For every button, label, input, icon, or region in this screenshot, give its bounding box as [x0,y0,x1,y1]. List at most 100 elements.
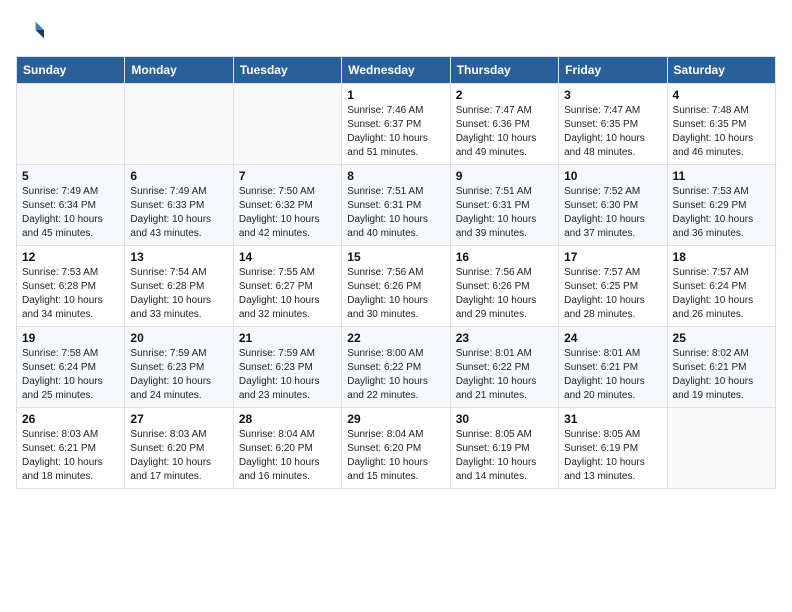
day-info: Sunrise: 7:57 AM Sunset: 6:24 PM Dayligh… [673,266,770,322]
calendar-cell: 30 Sunrise: 8:05 AM Sunset: 6:19 PM Dayli… [450,408,558,489]
weekday-header-friday: Friday [559,57,667,84]
day-info: Sunrise: 7:59 AM Sunset: 6:23 PM Dayligh… [130,347,227,403]
weekday-header-monday: Monday [125,57,233,84]
logo-icon [16,16,44,44]
calendar-cell: 21 Sunrise: 7:59 AM Sunset: 6:23 PM Dayli… [233,327,341,408]
calendar-week-3: 12Sunrise: 7:53 AM Sunset: 6:28 PM Dayli… [17,246,776,327]
day-info: Sunrise: 8:04 AM Sunset: 6:20 PM Dayligh… [347,428,444,484]
calendar-cell: 13Sunrise: 7:54 AM Sunset: 6:28 PM Dayli… [125,246,233,327]
day-info: Sunrise: 8:03 AM Sunset: 6:20 PM Dayligh… [130,428,227,484]
day-info: Sunrise: 7:58 AM Sunset: 6:24 PM Dayligh… [22,347,119,403]
calendar-cell: 29 Sunrise: 8:04 AM Sunset: 6:20 PM Dayli… [342,408,450,489]
weekday-header-sunday: Sunday [17,57,125,84]
calendar-cell: 14 Sunrise: 7:55 AM Sunset: 6:27 PM Dayli… [233,246,341,327]
calendar-cell: 20 Sunrise: 7:59 AM Sunset: 6:23 PM Dayli… [125,327,233,408]
day-number: 30 [456,412,553,426]
calendar-cell: 25 Sunrise: 8:02 AM Sunset: 6:21 PM Dayli… [667,327,775,408]
calendar-cell: 8Sunrise: 7:51 AM Sunset: 6:31 PM Daylig… [342,165,450,246]
day-number: 17 [564,250,661,264]
day-number: 11 [673,169,770,183]
day-info: Sunrise: 7:48 AM Sunset: 6:35 PM Dayligh… [673,104,770,160]
day-info: Sunrise: 7:55 AM Sunset: 6:27 PM Dayligh… [239,266,336,322]
day-info: Sunrise: 8:01 AM Sunset: 6:22 PM Dayligh… [456,347,553,403]
day-info: Sunrise: 7:46 AM Sunset: 6:37 PM Dayligh… [347,104,444,160]
calendar-cell: 10 Sunrise: 7:52 AM Sunset: 6:30 PM Dayli… [559,165,667,246]
day-number: 19 [22,331,119,345]
day-number: 29 [347,412,444,426]
day-number: 10 [564,169,661,183]
day-info: Sunrise: 7:54 AM Sunset: 6:28 PM Dayligh… [130,266,227,322]
day-number: 1 [347,88,444,102]
day-info: Sunrise: 7:53 AM Sunset: 6:28 PM Dayligh… [22,266,119,322]
day-number: 20 [130,331,227,345]
calendar-cell: 7 Sunrise: 7:50 AM Sunset: 6:32 PM Daylig… [233,165,341,246]
logo [16,16,48,44]
calendar-cell: 16 Sunrise: 7:56 AM Sunset: 6:26 PM Dayli… [450,246,558,327]
day-info: Sunrise: 7:53 AM Sunset: 6:29 PM Dayligh… [673,185,770,241]
day-info: Sunrise: 8:01 AM Sunset: 6:21 PM Dayligh… [564,347,661,403]
calendar-cell: 1 Sunrise: 7:46 AM Sunset: 6:37 PM Daylig… [342,84,450,165]
day-info: Sunrise: 8:04 AM Sunset: 6:20 PM Dayligh… [239,428,336,484]
calendar-week-4: 19 Sunrise: 7:58 AM Sunset: 6:24 PM Dayli… [17,327,776,408]
day-number: 26 [22,412,119,426]
calendar-cell: 4 Sunrise: 7:48 AM Sunset: 6:35 PM Daylig… [667,84,775,165]
calendar-cell: 5 Sunrise: 7:49 AM Sunset: 6:34 PM Daylig… [17,165,125,246]
day-number: 2 [456,88,553,102]
calendar-cell: 22 Sunrise: 8:00 AM Sunset: 6:22 PM Dayli… [342,327,450,408]
calendar-header-row: SundayMondayTuesdayWednesdayThursdayFrid… [17,57,776,84]
day-number: 31 [564,412,661,426]
day-number: 25 [673,331,770,345]
calendar-cell: 28 Sunrise: 8:04 AM Sunset: 6:20 PM Dayli… [233,408,341,489]
day-info: Sunrise: 7:47 AM Sunset: 6:35 PM Dayligh… [564,104,661,160]
calendar-cell: 17Sunrise: 7:57 AM Sunset: 6:25 PM Dayli… [559,246,667,327]
day-info: Sunrise: 7:50 AM Sunset: 6:32 PM Dayligh… [239,185,336,241]
day-number: 9 [456,169,553,183]
calendar-cell: 24 Sunrise: 8:01 AM Sunset: 6:21 PM Dayli… [559,327,667,408]
calendar-cell [233,84,341,165]
weekday-header-tuesday: Tuesday [233,57,341,84]
calendar-cell: 11 Sunrise: 7:53 AM Sunset: 6:29 PM Dayli… [667,165,775,246]
day-number: 15 [347,250,444,264]
day-info: Sunrise: 8:02 AM Sunset: 6:21 PM Dayligh… [673,347,770,403]
calendar-cell: 12Sunrise: 7:53 AM Sunset: 6:28 PM Dayli… [17,246,125,327]
calendar-cell: 2Sunrise: 7:47 AM Sunset: 6:36 PM Daylig… [450,84,558,165]
calendar-cell: 23Sunrise: 8:01 AM Sunset: 6:22 PM Dayli… [450,327,558,408]
day-number: 28 [239,412,336,426]
day-info: Sunrise: 7:59 AM Sunset: 6:23 PM Dayligh… [239,347,336,403]
day-number: 16 [456,250,553,264]
calendar-cell: 18Sunrise: 7:57 AM Sunset: 6:24 PM Dayli… [667,246,775,327]
day-info: Sunrise: 8:00 AM Sunset: 6:22 PM Dayligh… [347,347,444,403]
day-number: 21 [239,331,336,345]
day-info: Sunrise: 7:51 AM Sunset: 6:31 PM Dayligh… [456,185,553,241]
day-number: 24 [564,331,661,345]
calendar-cell: 3 Sunrise: 7:47 AM Sunset: 6:35 PM Daylig… [559,84,667,165]
header [16,16,776,44]
calendar-cell [17,84,125,165]
calendar-table: SundayMondayTuesdayWednesdayThursdayFrid… [16,56,776,489]
day-info: Sunrise: 7:49 AM Sunset: 6:34 PM Dayligh… [22,185,119,241]
day-info: Sunrise: 7:56 AM Sunset: 6:26 PM Dayligh… [456,266,553,322]
day-number: 8 [347,169,444,183]
calendar-week-5: 26 Sunrise: 8:03 AM Sunset: 6:21 PM Dayli… [17,408,776,489]
calendar-cell: 19 Sunrise: 7:58 AM Sunset: 6:24 PM Dayli… [17,327,125,408]
day-number: 3 [564,88,661,102]
day-number: 7 [239,169,336,183]
calendar-week-1: 1 Sunrise: 7:46 AM Sunset: 6:37 PM Daylig… [17,84,776,165]
weekday-header-wednesday: Wednesday [342,57,450,84]
day-info: Sunrise: 8:05 AM Sunset: 6:19 PM Dayligh… [564,428,661,484]
day-number: 14 [239,250,336,264]
day-number: 4 [673,88,770,102]
calendar-cell: 27 Sunrise: 8:03 AM Sunset: 6:20 PM Dayli… [125,408,233,489]
day-number: 5 [22,169,119,183]
calendar-cell: 26 Sunrise: 8:03 AM Sunset: 6:21 PM Dayli… [17,408,125,489]
day-info: Sunrise: 8:05 AM Sunset: 6:19 PM Dayligh… [456,428,553,484]
calendar-cell [667,408,775,489]
calendar-cell [125,84,233,165]
day-number: 22 [347,331,444,345]
calendar-cell: 31 Sunrise: 8:05 AM Sunset: 6:19 PM Dayli… [559,408,667,489]
day-info: Sunrise: 8:03 AM Sunset: 6:21 PM Dayligh… [22,428,119,484]
day-info: Sunrise: 7:52 AM Sunset: 6:30 PM Dayligh… [564,185,661,241]
day-number: 27 [130,412,227,426]
calendar-cell: 6Sunrise: 7:49 AM Sunset: 6:33 PM Daylig… [125,165,233,246]
day-number: 6 [130,169,227,183]
